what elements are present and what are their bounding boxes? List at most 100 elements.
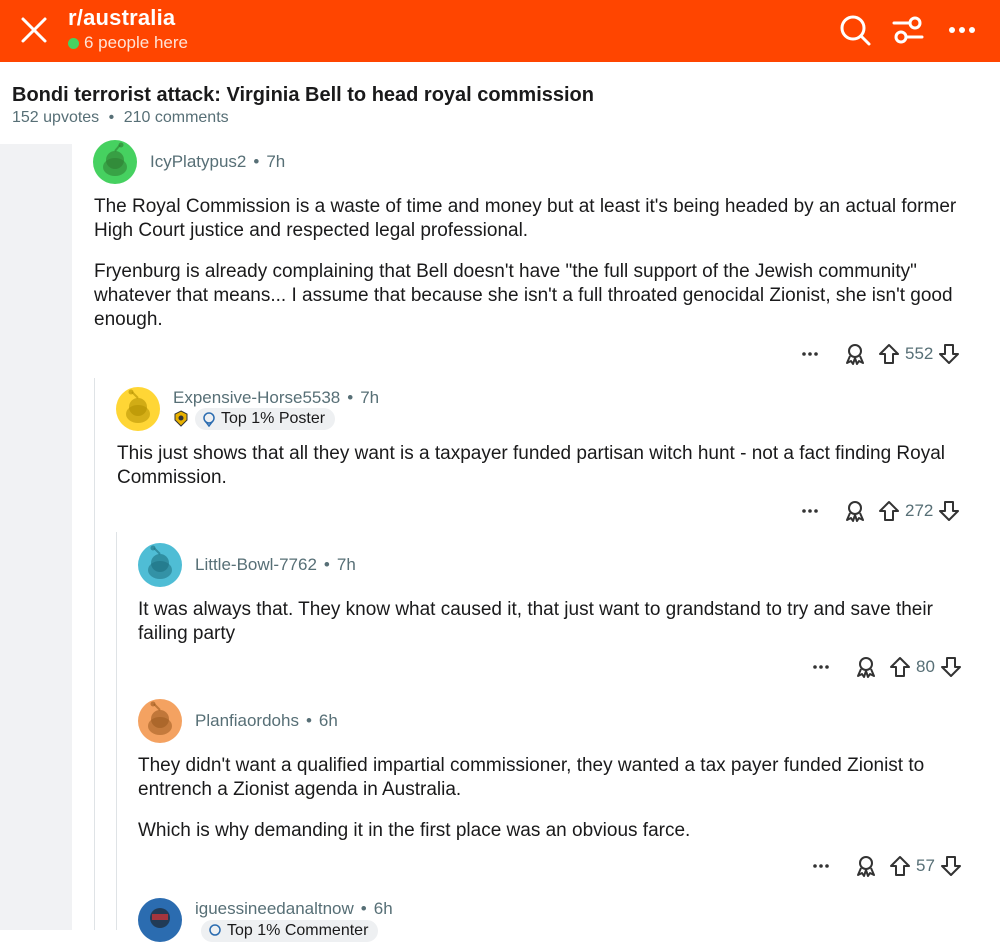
downvote-button[interactable] [936, 343, 962, 365]
upvote-button[interactable] [887, 855, 913, 877]
downvote-arrow-icon [939, 344, 960, 364]
thread-gutter [0, 144, 72, 930]
meta-separator: • [108, 109, 115, 126]
user-flair: Top 1% Commenter [195, 920, 379, 942]
comment-actions: 552 [798, 340, 962, 368]
comment-paragraph: Fryenburg is already complaining that Be… [94, 261, 953, 330]
close-button[interactable] [14, 10, 54, 50]
upvote-button[interactable] [876, 500, 902, 522]
downvote-arrow-icon [940, 856, 961, 876]
comment-paragraph: They didn't want a qualified impartial c… [138, 755, 925, 800]
trophy-icon [203, 412, 215, 427]
comment-paragraph: This just shows that all they want is a … [117, 443, 945, 488]
trophy-icon [209, 924, 221, 936]
award-icon [846, 501, 864, 522]
avatar[interactable] [116, 387, 160, 431]
post-meta: 152 upvotes • 210 comments [12, 109, 229, 127]
comment-age: 7h [360, 388, 380, 407]
comment-author[interactable]: IcyPlatypus2 [150, 152, 246, 172]
comment-author-row: iguessineedanaltnow • 6h [195, 899, 393, 919]
post-header: Bondi terrorist attack: Virginia Bell to… [0, 62, 1000, 144]
thread-line [94, 378, 95, 930]
comment-author[interactable]: Planfiaordohs [195, 711, 299, 731]
search-button[interactable] [835, 10, 875, 50]
comment-actions: 57 [809, 852, 964, 880]
comment-author[interactable]: iguessineedanaltnow [195, 899, 354, 919]
meta-separator: • [253, 152, 260, 171]
more-options-button[interactable] [942, 10, 982, 50]
vote-count: 80 [916, 657, 935, 676]
downvote-arrow-icon [939, 501, 960, 521]
comment-author-row: Expensive-Horse5538 • 7h [173, 388, 379, 408]
comment-age: 6h [373, 899, 393, 918]
downvote-button[interactable] [936, 500, 962, 522]
comment-paragraph: The Royal Commission is a waste of time … [94, 196, 957, 241]
avatar[interactable] [138, 699, 182, 743]
award-button[interactable] [851, 655, 881, 679]
flair-label: Top 1% Poster [221, 410, 326, 427]
more-options-button[interactable] [809, 855, 833, 877]
user-flair: Top 1% Poster [173, 408, 336, 430]
search-icon [840, 15, 871, 46]
upvote-arrow-icon [879, 501, 899, 521]
close-icon [21, 17, 47, 43]
more-icon [949, 27, 975, 33]
award-icon [857, 657, 875, 678]
presence-text: 6 people here [84, 33, 188, 52]
more-options-button[interactable] [798, 500, 822, 522]
comment-actions: 272 [798, 497, 962, 525]
comment-author-row: Planfiaordohs • 6h [195, 711, 338, 731]
comment-age: 7h [336, 555, 356, 574]
flair-pill: Top 1% Commenter [201, 920, 379, 942]
more-icon [813, 864, 829, 868]
more-icon [802, 352, 818, 356]
comment-count: 210 comments [123, 109, 229, 126]
avatar[interactable] [138, 543, 182, 587]
vote-count: 272 [905, 501, 934, 520]
comment-age: 7h [266, 152, 286, 171]
presence-indicator: 6 people here [68, 33, 188, 53]
flair-pill: Top 1% Poster [195, 408, 336, 430]
avatar[interactable] [138, 898, 182, 942]
comment-body: They didn't want a qualified impartial c… [138, 754, 988, 860]
upvote-button[interactable] [887, 656, 913, 678]
award-button[interactable] [851, 854, 881, 878]
more-icon [802, 509, 818, 513]
subreddit-name[interactable]: r/australia [68, 5, 175, 31]
snoo-avatar-icon [103, 142, 127, 176]
meta-separator: • [323, 555, 330, 574]
snoo-avatar-icon [148, 545, 172, 579]
award-icon [857, 856, 875, 877]
avatar[interactable] [93, 140, 137, 184]
meta-separator: • [347, 388, 354, 407]
meta-separator: • [305, 711, 312, 730]
snoo-avatar-icon [126, 389, 150, 423]
comment-age: 6h [318, 711, 338, 730]
downvote-button[interactable] [938, 656, 964, 678]
award-icon [846, 344, 864, 365]
award-button[interactable] [840, 499, 870, 523]
post-title[interactable]: Bondi terrorist attack: Virginia Bell to… [12, 84, 594, 107]
comment-body: The Royal Commission is a waste of time … [94, 195, 984, 349]
snoo-avatar-icon [148, 701, 172, 735]
comment-author[interactable]: Expensive-Horse5538 [173, 388, 340, 408]
upvote-count: 152 upvotes [12, 109, 100, 126]
upvote-arrow-icon [879, 344, 899, 364]
vote-count: 552 [905, 344, 934, 363]
comment-author-row: IcyPlatypus2 • 7h [150, 152, 285, 172]
subreddit-header-bar: r/australia 6 people here [0, 0, 1000, 62]
more-options-button[interactable] [809, 656, 833, 678]
upvote-arrow-icon [890, 657, 910, 677]
upvote-button[interactable] [876, 343, 902, 365]
sort-filter-button[interactable] [888, 10, 928, 50]
award-button[interactable] [840, 342, 870, 366]
comment-author-row: Little-Bowl-7762 • 7h [195, 555, 356, 575]
downvote-button[interactable] [938, 855, 964, 877]
more-options-button[interactable] [798, 343, 822, 365]
comment-paragraph: Which is why demanding it in the first p… [138, 820, 691, 841]
comment-author[interactable]: Little-Bowl-7762 [195, 555, 317, 575]
custom-avatar-icon [150, 908, 170, 928]
comment-paragraph: It was always that. They know what cause… [138, 599, 933, 644]
more-icon [813, 665, 829, 669]
meta-separator: • [360, 899, 367, 918]
